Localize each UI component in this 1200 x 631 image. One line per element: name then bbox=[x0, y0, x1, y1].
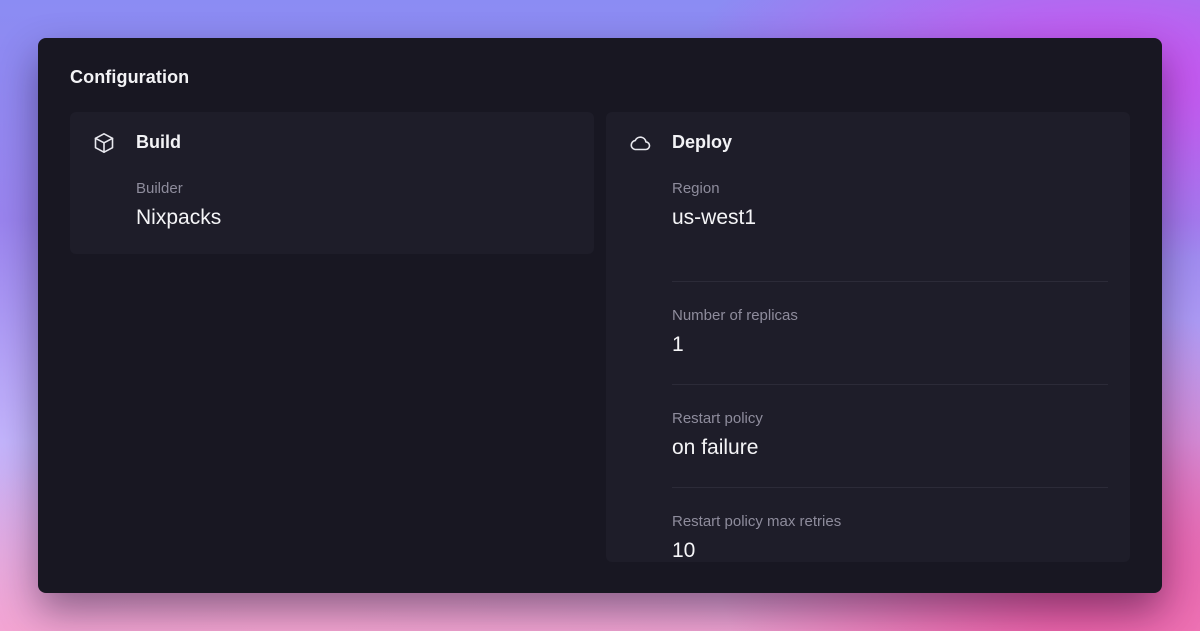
builder-field: Builder Nixpacks bbox=[136, 179, 572, 232]
configuration-panel: Configuration Build Builder Nixpacks Dep… bbox=[38, 38, 1162, 593]
restart-policy-value: on failure bbox=[672, 436, 759, 459]
region-label: Region bbox=[672, 180, 720, 197]
deploy-title: Deploy bbox=[672, 132, 733, 152]
box-icon bbox=[92, 131, 116, 155]
page-title: Configuration bbox=[70, 67, 190, 87]
deploy-card: Deploy Region us-west1 Number of replica… bbox=[606, 112, 1130, 562]
build-fields: Builder Nixpacks bbox=[136, 179, 572, 232]
deploy-fields: Region us-west1 Number of replicas 1 Res… bbox=[672, 179, 1108, 591]
restart-policy-label: Restart policy bbox=[672, 410, 763, 427]
restart-policy-field: Restart policy on failure bbox=[672, 385, 1108, 488]
max-retries-value: 10 bbox=[672, 539, 696, 562]
build-card: Build Builder Nixpacks bbox=[70, 112, 594, 254]
builder-label: Builder bbox=[136, 180, 183, 197]
replicas-field: Number of replicas 1 bbox=[672, 282, 1108, 385]
region-field: Region us-west1 bbox=[672, 179, 1108, 282]
replicas-value: 1 bbox=[672, 333, 684, 356]
region-value: us-west1 bbox=[672, 206, 757, 229]
builder-value: Nixpacks bbox=[136, 206, 222, 229]
build-title: Build bbox=[136, 132, 181, 152]
max-retries-label: Restart policy max retries bbox=[672, 513, 842, 530]
max-retries-field: Restart policy max retries 10 bbox=[672, 488, 1108, 591]
cloud-icon bbox=[628, 131, 652, 155]
replicas-label: Number of replicas bbox=[672, 307, 798, 324]
